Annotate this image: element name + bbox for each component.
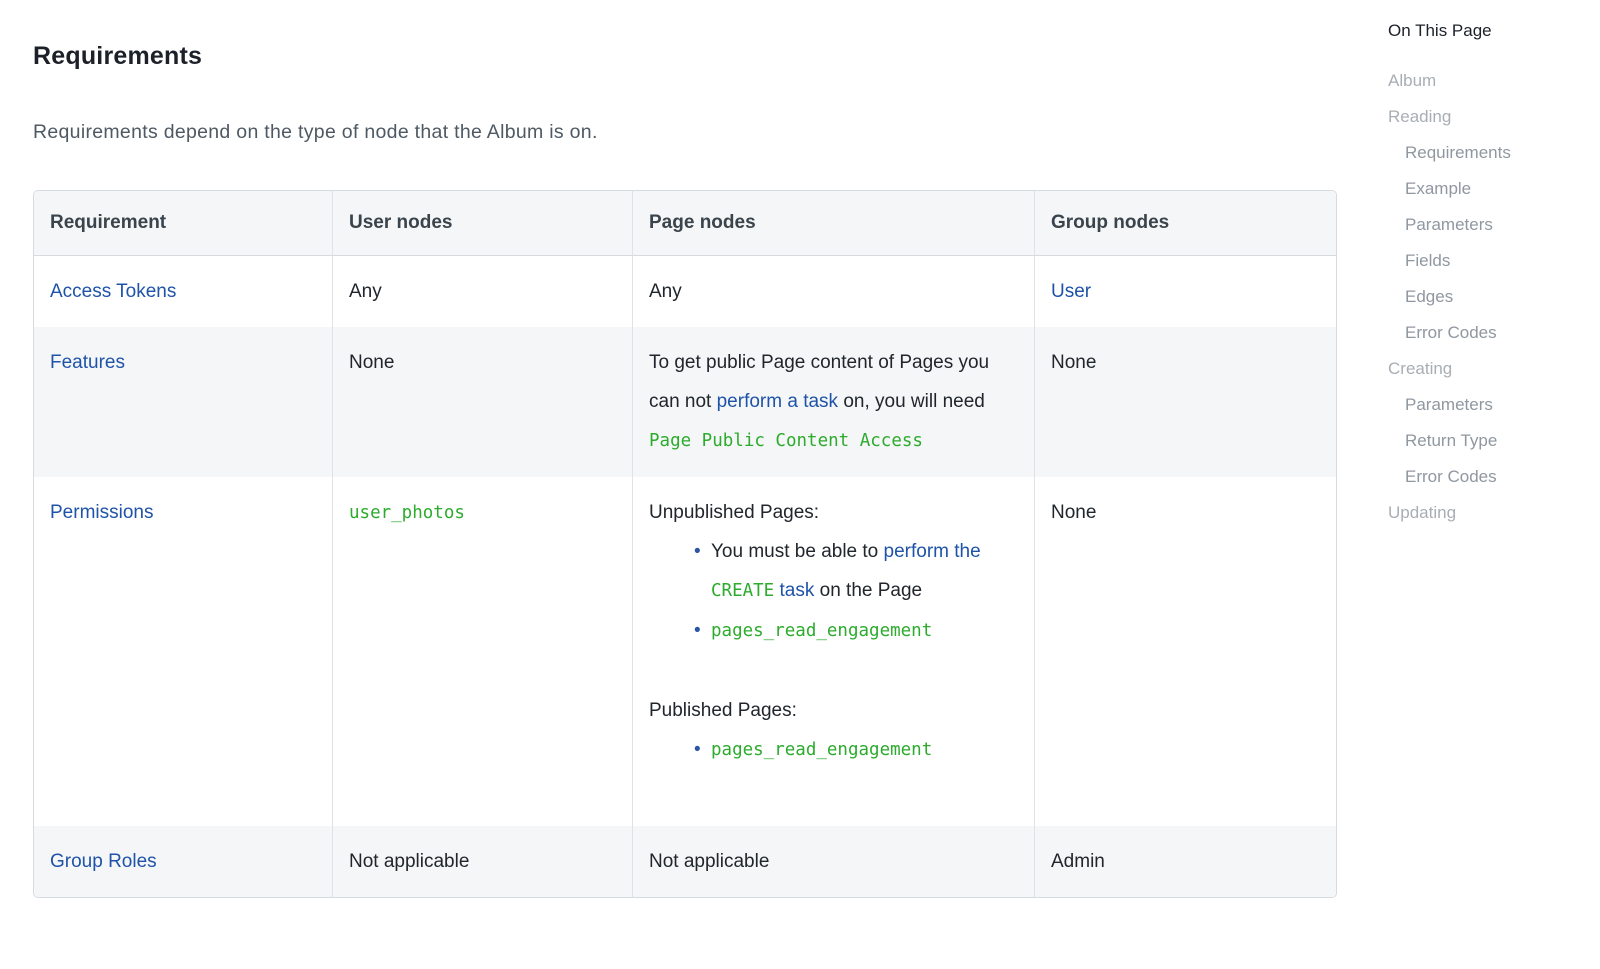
list-item: •You must be able to perform the CREATE … [711,532,1018,611]
column-header-user-nodes: User nodes [333,191,633,256]
table-cell: None [1035,327,1336,477]
table-cell: Group Roles [34,826,333,897]
features-link[interactable]: Features [50,352,125,373]
list-item: •pages_read_engagement [711,730,1018,770]
cell-paragraph: Any [649,272,1018,311]
text-run: on, you will need [838,391,985,412]
bullet-icon: • [694,730,701,769]
cell-paragraph: user_photos [349,493,616,533]
cell-paragraph: Published Pages: [649,691,1018,730]
table-row-permissions: Permissions user_photos Unpublished Pages:… [34,477,1336,826]
table-cell: None [333,327,633,477]
page-title: Requirements [33,42,1337,71]
cell-paragraph: Group Roles [50,842,316,881]
toc-item-requirements[interactable]: Requirements [1405,142,1588,164]
column-header-page-nodes: Page nodes [633,191,1035,256]
cell-paragraph: Access Tokens [50,272,316,311]
bullet-icon: • [694,611,701,650]
cell-paragraph: Features [50,343,316,382]
table-cell: None [1035,477,1336,826]
table-cell: Not applicable [633,826,1035,897]
text-run: None [1051,352,1096,373]
cell-paragraph: To get public Page content of Pages you … [649,343,1018,461]
inline-code-pages-read-engagement: pages_read_engagement [711,621,932,641]
toc-item-error-codes-2[interactable]: Error Codes [1405,466,1588,488]
toc-item-creating[interactable]: Creating [1388,358,1588,380]
cell-list: •You must be able to perform the CREATE … [649,532,1018,651]
toc-item-example[interactable]: Example [1405,178,1588,200]
text-run: None [349,352,394,373]
cell-paragraph: Any [349,272,616,311]
text-run: You must be able to [711,541,884,562]
perform-a-task-link[interactable]: perform a task [717,391,838,412]
table-header-row: RequirementUser nodesPage nodesGroup nod… [34,191,1336,256]
text-run: Any [349,281,382,302]
task-link[interactable]: task [774,580,814,601]
on-this-page-sidebar: On This Page Album Reading Requirements Exa… [1388,20,1588,538]
table-row-group-roles: Group Roles Not applicable Not applicable A… [34,826,1336,897]
cell-paragraph: Not applicable [649,842,1018,881]
column-header-requirement: Requirement [34,191,333,256]
cell-paragraph: Permissions [50,493,316,532]
user-link[interactable]: User [1051,281,1091,302]
cell-paragraph: None [349,343,616,382]
text-run: on the Page [814,580,922,601]
inline-code-create: CREATE [711,581,774,601]
cell-paragraph: User [1051,272,1320,311]
text-run: Not applicable [349,851,469,872]
text-run: Admin [1051,851,1105,872]
requirements-table: RequirementUser nodesPage nodesGroup nod… [33,190,1337,898]
group-roles-link[interactable]: Group Roles [50,851,157,872]
table-cell: User [1035,256,1336,327]
text-run: Any [649,281,682,302]
intro-text: Requirements depend on the type of node … [33,121,1337,144]
table-body: Access Tokens Any Any User Features None To ge… [34,256,1336,897]
text-run: None [1051,502,1096,523]
cell-list: • pages_read_engagement [649,730,1018,770]
cell-paragraph: None [1051,493,1320,532]
table-cell: Admin [1035,826,1336,897]
toc-item-edges[interactable]: Edges [1405,286,1588,308]
toc-item-return-type[interactable]: Return Type [1405,430,1588,452]
table-cell: Any [633,256,1035,327]
cell-paragraph: Not applicable [349,842,616,881]
table-cell: Features [34,327,333,477]
text-run: Unpublished Pages: [649,502,819,523]
toc-item-fields[interactable]: Fields [1405,250,1588,272]
table-cell: Access Tokens [34,256,333,327]
table-cell: Unpublished Pages:•You must be able to p… [633,477,1035,826]
bullet-icon: • [694,532,701,571]
text-run: Not applicable [649,851,769,872]
toc-item-parameters[interactable]: Parameters [1405,214,1588,236]
permissions-link[interactable]: Permissions [50,502,153,523]
toc-item-parameters-2[interactable]: Parameters [1405,394,1588,416]
table-cell: Not applicable [333,826,633,897]
cell-paragraph: Admin [1051,842,1320,881]
on-this-page-title: On This Page [1388,20,1588,42]
toc-item-album[interactable]: Album [1388,70,1588,92]
cell-paragraph: None [1051,343,1320,382]
cell-paragraph: Unpublished Pages: [649,493,1018,532]
table-row-features: Features None To get public Page content o… [34,327,1336,477]
table-cell: user_photos [333,477,633,826]
table-row-access-tokens: Access Tokens Any Any User [34,256,1336,327]
table-cell: To get public Page content of Pages you … [633,327,1035,477]
text-run: Published Pages: [649,700,797,721]
access-tokens-link[interactable]: Access Tokens [50,281,176,302]
inline-code-page-public-content-access: Page Public Content Access [649,431,923,451]
toc-item-updating[interactable]: Updating [1388,502,1588,524]
main-content: Requirements Requirements depend on the … [33,0,1337,898]
table-cell: Any [333,256,633,327]
toc-item-error-codes[interactable]: Error Codes [1405,322,1588,344]
inline-code-pages-read-engagement-2: pages_read_engagement [711,740,932,760]
perform-the-link[interactable]: perform the [884,541,981,562]
toc-items: Album Reading Requirements Example Parameter… [1388,70,1588,524]
list-item: •pages_read_engagement [711,611,1018,651]
toc-item-reading[interactable]: Reading [1388,106,1588,128]
column-header-group-nodes: Group nodes [1035,191,1336,256]
table-cell: Permissions [34,477,333,826]
inline-code-user-photos: user_photos [349,503,465,523]
